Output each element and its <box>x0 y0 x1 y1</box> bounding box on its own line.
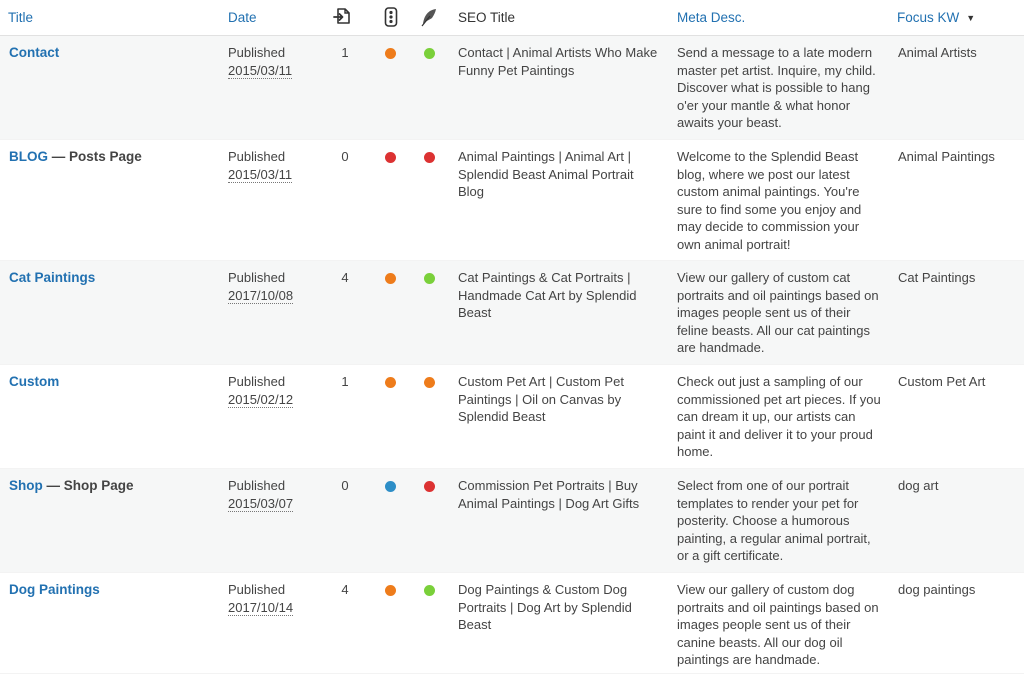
date-cell: Published 2017/10/14 <box>228 581 323 616</box>
page-state-label: — Shop Page <box>42 478 134 493</box>
date-cell: Published 2015/03/07 <box>228 477 323 512</box>
focus-kw-cell: dog paintings <box>898 582 976 597</box>
date-cell: Published 2015/02/12 <box>228 373 323 408</box>
seo-title-cell: Cat Paintings & Cat Portraits | Handmade… <box>458 270 637 320</box>
meta-desc-cell: View our gallery of custom cat portraits… <box>677 270 879 355</box>
page-state-label: — Posts Page <box>48 149 142 164</box>
publish-status: Published <box>228 270 286 285</box>
publish-status: Published <box>228 45 286 60</box>
seo-title-cell: Contact | Animal Artists Who Make Funny … <box>458 45 658 78</box>
seo-score-icon <box>424 481 435 492</box>
page-title-cell: Dog Paintings <box>9 581 219 599</box>
page-title-link[interactable]: Shop <box>9 478 43 493</box>
readability-score-icon <box>385 48 396 59</box>
pages-table: Title Date SEO Title Meta Desc. Focus KW… <box>0 0 1024 674</box>
page-title-link[interactable]: Custom <box>9 374 59 389</box>
publish-status: Published <box>228 149 286 164</box>
seo-score-icon <box>424 585 435 596</box>
publish-date: 2015/03/11 <box>228 166 293 183</box>
page-title-cell: Contact <box>9 44 219 62</box>
publish-status: Published <box>228 478 286 493</box>
seo-score-icon <box>424 48 435 59</box>
table-row: Contact Published 2015/03/11 1 Contact |… <box>0 36 1024 140</box>
page-title-cell: Shop — Shop Page <box>9 477 219 495</box>
publish-status: Published <box>228 374 286 389</box>
publish-date: 2017/10/08 <box>228 287 294 304</box>
sort-down-icon: ▼ <box>966 13 976 23</box>
publish-date: 2015/02/12 <box>228 391 294 408</box>
column-meta-desc-header[interactable]: Meta Desc. <box>677 10 745 26</box>
feather-icon[interactable] <box>420 7 438 27</box>
seo-title-cell: Dog Paintings & Custom Dog Portraits | D… <box>458 582 632 632</box>
publish-date: 2017/10/14 <box>228 599 294 616</box>
page-title-link[interactable]: Cat Paintings <box>9 270 95 285</box>
focus-kw-cell: Cat Paintings <box>898 270 976 285</box>
table-row: BLOG — Posts Page Published 2015/03/11 0… <box>0 140 1024 261</box>
readability-score-icon <box>385 273 396 284</box>
publish-status: Published <box>228 582 286 597</box>
column-seo-title-header: SEO Title <box>458 10 516 25</box>
table-row: Custom Published 2015/02/12 1 Custom Pet… <box>0 365 1024 469</box>
meta-desc-cell: Welcome to the Splendid Beast blog, wher… <box>677 149 862 252</box>
date-cell: Published 2015/03/11 <box>228 44 323 79</box>
page-title-cell: Custom <box>9 373 219 391</box>
readability-score-icon <box>385 481 396 492</box>
meta-desc-cell: Select from one of our portrait template… <box>677 478 871 563</box>
date-cell: Published 2017/10/08 <box>228 269 323 304</box>
focus-kw-cell: Animal Artists <box>898 45 977 60</box>
column-focus-kw-header[interactable]: Focus KW ▼ <box>897 10 975 26</box>
internal-links-count: 1 <box>341 45 349 60</box>
focus-kw-cell: Custom Pet Art <box>898 374 986 389</box>
page-title-cell: BLOG — Posts Page <box>9 148 219 166</box>
seo-score-icon <box>424 377 435 388</box>
readability-score-icon <box>385 152 396 163</box>
internal-links-count: 4 <box>341 582 349 597</box>
meta-desc-cell: Check out just a sampling of our commiss… <box>677 374 881 459</box>
page-title-link[interactable]: Contact <box>9 45 59 60</box>
meta-desc-cell: View our gallery of custom dog portraits… <box>677 582 879 667</box>
seo-score-icon <box>424 152 435 163</box>
seo-score-icon <box>424 273 435 284</box>
internal-links-count: 4 <box>341 270 349 285</box>
internal-links-count: 1 <box>341 374 349 389</box>
page-title-cell: Cat Paintings <box>9 269 219 287</box>
readability-score-icon <box>385 377 396 388</box>
seo-title-cell: Commission Pet Portraits | Buy Animal Pa… <box>458 478 640 511</box>
seo-title-cell: Custom Pet Art | Custom Pet Paintings | … <box>458 374 624 424</box>
internal-links-icon[interactable] <box>332 7 352 27</box>
publish-date: 2015/03/07 <box>228 495 294 512</box>
seo-title-cell: Animal Paintings | Animal Art | Splendid… <box>458 149 634 199</box>
table-row: Shop — Shop Page Published 2015/03/07 0 … <box>0 469 1024 573</box>
meta-desc-cell: Send a message to a late modern master p… <box>677 45 876 130</box>
focus-kw-cell: dog art <box>898 478 939 493</box>
focus-kw-label: Focus KW <box>897 10 960 25</box>
focus-kw-cell: Animal Paintings <box>898 149 995 164</box>
column-date-header[interactable]: Date <box>228 10 257 26</box>
table-header: Title Date SEO Title Meta Desc. Focus KW… <box>0 0 1024 36</box>
traffic-light-icon[interactable] <box>384 7 398 27</box>
publish-date: 2015/03/11 <box>228 62 293 79</box>
page-title-link[interactable]: BLOG <box>9 149 48 164</box>
page-title-link[interactable]: Dog Paintings <box>9 582 100 597</box>
readability-score-icon <box>385 585 396 596</box>
date-cell: Published 2015/03/11 <box>228 148 323 183</box>
table-row: Cat Paintings Published 2017/10/08 4 Cat… <box>0 261 1024 365</box>
table-row: Dog Paintings Published 2017/10/14 4 Dog… <box>0 573 1024 674</box>
internal-links-count: 0 <box>341 478 349 493</box>
internal-links-count: 0 <box>341 149 349 164</box>
column-title-header[interactable]: Title <box>8 10 33 26</box>
